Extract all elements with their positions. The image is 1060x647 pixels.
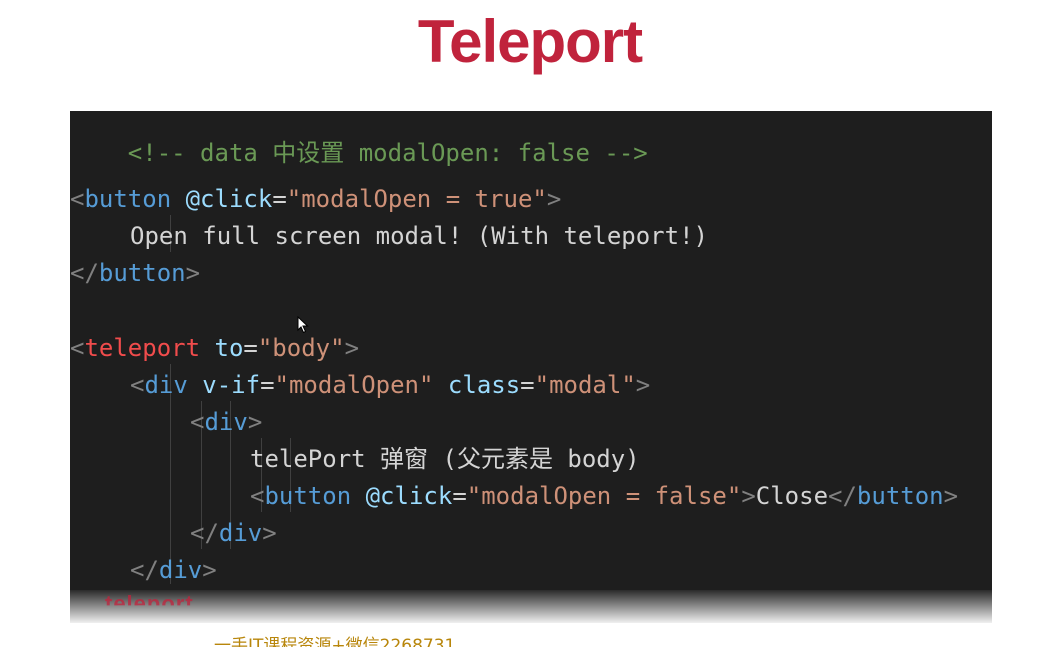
tag-name: button — [264, 482, 352, 510]
attribute-value: "modalOpen = false" — [466, 482, 742, 510]
code-line-div-inner-close: </div> — [190, 519, 277, 556]
equals-sign: = — [260, 371, 275, 399]
equals-sign: = — [243, 334, 258, 362]
tag-bracket: > — [546, 185, 562, 213]
tag-bracket: < — [70, 334, 85, 362]
mouse-pointer-icon — [297, 316, 309, 334]
attribute-value: "modalOpen" — [274, 371, 434, 399]
attribute-value: "body" — [257, 334, 345, 362]
attribute-name: class — [447, 371, 521, 399]
attribute-name: @click — [185, 185, 273, 213]
code-line-button-open: <button @click="modalOpen = true"> — [70, 185, 561, 222]
tag-bracket: </ — [190, 519, 219, 547]
equals-sign: = — [520, 371, 535, 399]
text-node: telePort 弹窗 (父元素是 body) — [250, 445, 640, 473]
attribute-value: "modal" — [534, 371, 636, 399]
tag-bracket: </ — [70, 259, 99, 287]
tag-bracket: > — [943, 482, 959, 510]
code-line-div-inner-open: <div> — [190, 408, 262, 445]
tag-bracket: </ — [130, 556, 159, 584]
tag-bracket: > — [635, 371, 651, 399]
code-line-close-button: <button @click="modalOpen = false">Close… — [250, 482, 958, 519]
tag-name: button — [84, 185, 172, 213]
tag-name: button — [856, 482, 944, 510]
faded-bottom-strip — [70, 590, 992, 623]
attribute-name: to — [214, 334, 244, 362]
code-editor: <!-- data 中设置 modalOpen: false --> <butt… — [70, 111, 992, 623]
tag-name: div — [218, 519, 263, 547]
code-line-button-text: Open full screen modal! (With teleport!) — [130, 222, 708, 259]
tag-bracket: < — [70, 185, 85, 213]
tag-name: button — [98, 259, 186, 287]
attribute-name: @click — [365, 482, 453, 510]
equals-sign: = — [272, 185, 287, 213]
code-line-comment: <!-- data 中设置 modalOpen: false --> — [70, 111, 648, 167]
tag-name: div — [158, 556, 203, 584]
slide-title: Teleport — [417, 8, 643, 75]
tag-bracket: > — [262, 519, 277, 547]
attribute-name: v-if — [202, 371, 261, 399]
tag-bracket: > — [344, 334, 360, 362]
code-line-div-modal-close: </div> — [130, 556, 217, 593]
tag-name: div — [204, 408, 248, 436]
html-comment: <!-- data 中设置 modalOpen: false --> — [127, 139, 648, 167]
text-node: Open full screen modal! (With teleport!) — [130, 222, 708, 250]
text-node: Close — [755, 482, 829, 510]
tag-bracket: > — [202, 556, 217, 584]
tag-bracket: </ — [828, 482, 857, 510]
tag-bracket: < — [250, 482, 265, 510]
code-line-button-close: </button> — [70, 259, 200, 296]
tag-bracket: < — [130, 371, 145, 399]
equals-sign: = — [452, 482, 467, 510]
watermark-text: 一手IT课程资源+微信2268731 — [214, 636, 456, 647]
code-line-teleport-open: <teleport to="body"> — [70, 334, 359, 371]
code-line-modal-text: telePort 弹窗 (父元素是 body) — [250, 445, 640, 482]
tag-bracket: < — [190, 408, 205, 436]
tag-name: div — [144, 371, 188, 399]
tag-bracket: > — [741, 482, 756, 510]
tag-bracket: > — [185, 259, 201, 287]
code-line-div-modal-open: <div v-if="modalOpen" class="modal"> — [130, 371, 650, 408]
attribute-value: "modalOpen = true" — [286, 185, 547, 213]
tag-bracket: > — [247, 408, 263, 436]
tag-name: teleport — [84, 334, 201, 362]
